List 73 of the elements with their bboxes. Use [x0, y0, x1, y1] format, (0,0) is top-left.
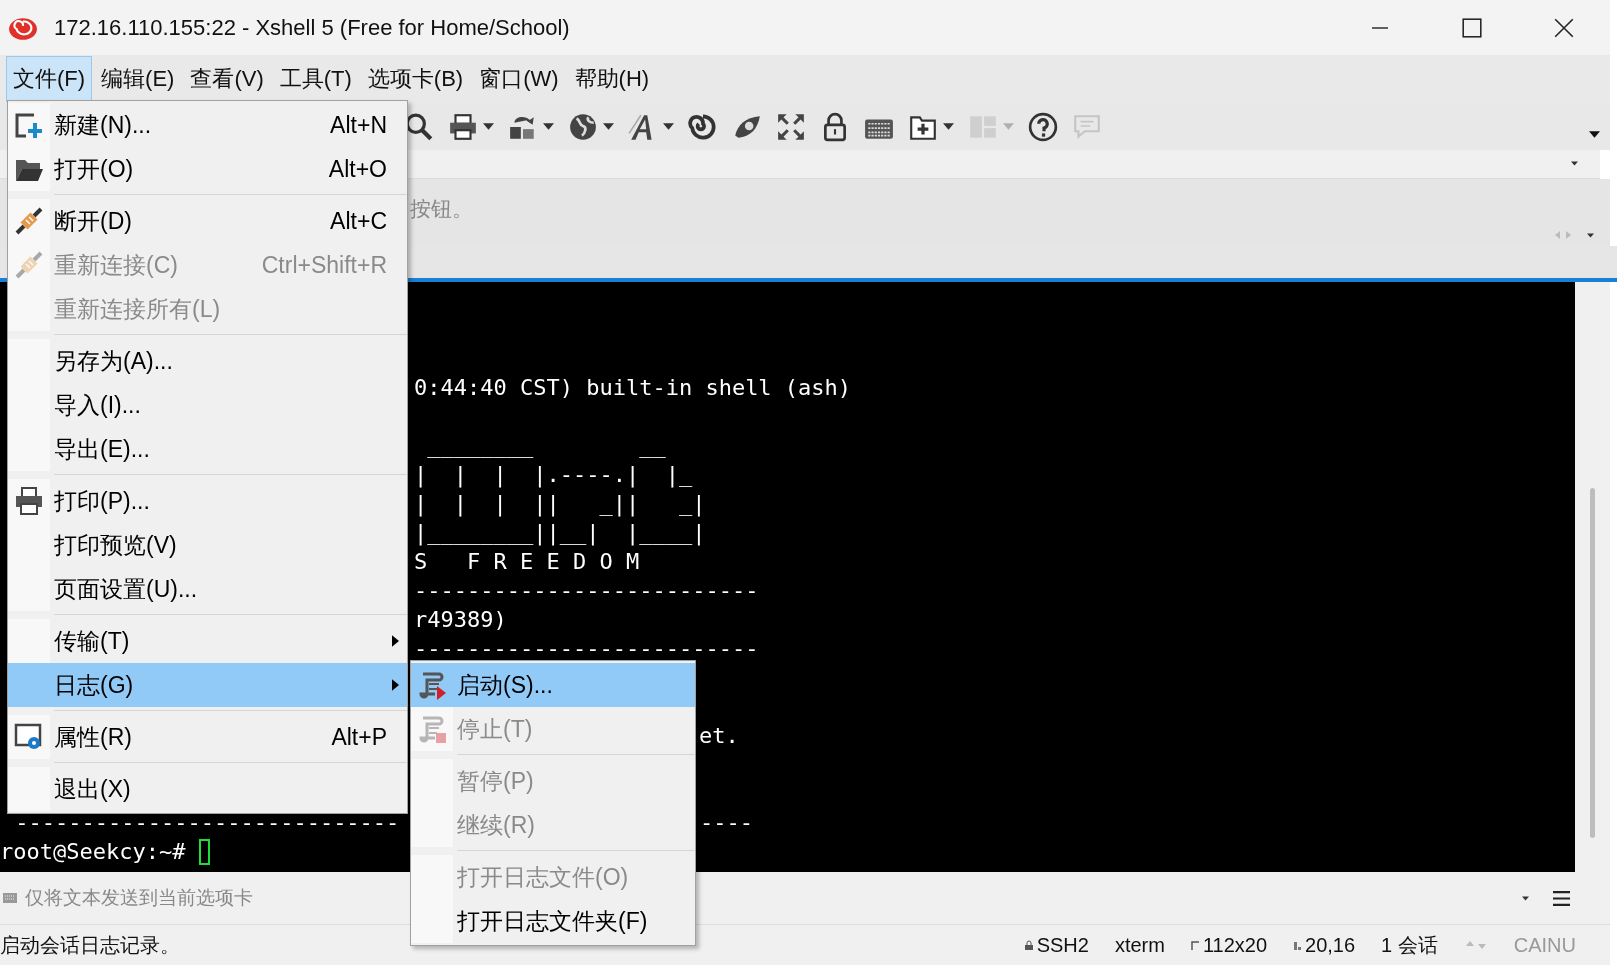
caret-icon[interactable] — [603, 123, 614, 130]
window-title: 172.16.110.155:22 - Xshell 5 (Free for Home/School) — [54, 14, 570, 41]
key-state-text: CAINU — [1513, 933, 1576, 957]
cursor-position-icon — [1293, 940, 1301, 950]
caret-icon[interactable] — [663, 123, 674, 130]
menu-item[interactable]: 退出(X) — [8, 767, 407, 811]
terminal-text: r49389) — [414, 606, 507, 634]
terminal-type-text: xterm — [1114, 933, 1165, 957]
terminal-prompt: root@Seekcy:~# — [0, 838, 187, 866]
printer-icon[interactable] — [448, 111, 478, 142]
fullscreen-icon[interactable] — [776, 111, 806, 142]
terminal-text: 0:44:40 CST) built-in shell (ash) — [414, 374, 852, 402]
spiral-icon[interactable] — [688, 111, 718, 142]
menu-bar-item[interactable]: 选项卡(B) — [360, 56, 471, 102]
menu-icon[interactable] — [1553, 890, 1570, 906]
caret-icon[interactable] — [543, 123, 554, 130]
menu-item[interactable]: 属性(R) Alt+P — [8, 715, 407, 759]
menu-item[interactable]: 另存为(A)... — [8, 339, 407, 383]
menu-item[interactable]: 导入(I)... — [8, 383, 407, 427]
printer-icon — [14, 486, 44, 516]
help-icon[interactable] — [1028, 111, 1058, 142]
menu-item[interactable]: 日志(G) — [8, 663, 407, 707]
text-cursor — [198, 839, 210, 865]
menu-item[interactable]: 导出(E)... — [8, 427, 407, 471]
terminal-text: ________ __ — [426, 432, 666, 460]
cursor-position-text: 20,16 — [1305, 933, 1356, 957]
terminal-text: et. — [699, 722, 739, 750]
plug-icon — [14, 250, 44, 280]
keyboard-icon — [3, 893, 17, 903]
terminal-text: ----------------------------- — [14, 809, 400, 837]
menu-item[interactable]: 断开(D) Alt+C — [8, 199, 407, 243]
terminal-text: -------------------------- — [414, 635, 759, 663]
globe-icon[interactable] — [568, 111, 598, 142]
terminal-text: | | | || _|| _| — [414, 490, 706, 518]
caret-icon[interactable] — [1589, 131, 1600, 138]
menu-item[interactable]: 启动(S)... — [411, 663, 695, 707]
terminal-size-text: 112x20 — [1202, 933, 1267, 957]
terminal-text: -------------------------- — [414, 577, 759, 605]
session-count: 1 会话 — [1381, 932, 1438, 958]
terminal-text: S F R E E D O M — [414, 548, 640, 576]
properties-icon — [14, 722, 44, 752]
menu-bar-item[interactable]: 工具(T) — [272, 56, 359, 102]
status-message: 启动会话日志记录。 — [0, 932, 180, 958]
terminal-text: ---- — [700, 809, 753, 837]
caret-icon[interactable] — [483, 123, 494, 130]
close-icon — [1553, 16, 1575, 39]
menu-item[interactable]: 打印预览(V) — [8, 523, 407, 567]
menu-bar-item[interactable]: 查看(V) — [183, 56, 271, 102]
caret-icon[interactable] — [1587, 232, 1594, 238]
scrollbar-thumb[interactable] — [1590, 488, 1595, 838]
scroll-play-icon — [417, 670, 447, 700]
caret-icon[interactable] — [943, 123, 954, 130]
lock-icon — [1024, 940, 1033, 950]
menu-item[interactable]: 打开(O) Alt+O — [8, 147, 407, 191]
caret-icon[interactable] — [1522, 895, 1529, 901]
menu-item[interactable]: 打印(P)... — [8, 479, 407, 523]
terminal-text: |________||__| |____| — [414, 519, 706, 547]
menu-bar-item[interactable]: 窗口(W) — [472, 56, 566, 102]
plug-icon — [14, 206, 44, 236]
scroll-stop-icon — [417, 714, 447, 744]
menu-item[interactable]: 传输(T) — [8, 619, 407, 663]
menu-bar-item[interactable]: 文件(F) — [6, 56, 93, 102]
info-text: 按钮。 — [410, 196, 473, 222]
size-icon — [1190, 940, 1199, 950]
menu-bar-item[interactable]: 帮助(H) — [567, 56, 657, 102]
terminal-text: | | | |.----.| |_ — [414, 461, 693, 489]
maximize-icon — [1461, 16, 1483, 39]
menu-bar-item[interactable]: 编辑(E) — [94, 56, 182, 102]
menu-item[interactable]: 页面设置(U)... — [8, 567, 407, 611]
protocol-text: SSH2 — [1036, 933, 1089, 957]
up-down-arrows-icon — [1463, 940, 1488, 950]
caret-icon[interactable] — [1571, 161, 1578, 166]
minimize-icon — [1369, 26, 1391, 29]
